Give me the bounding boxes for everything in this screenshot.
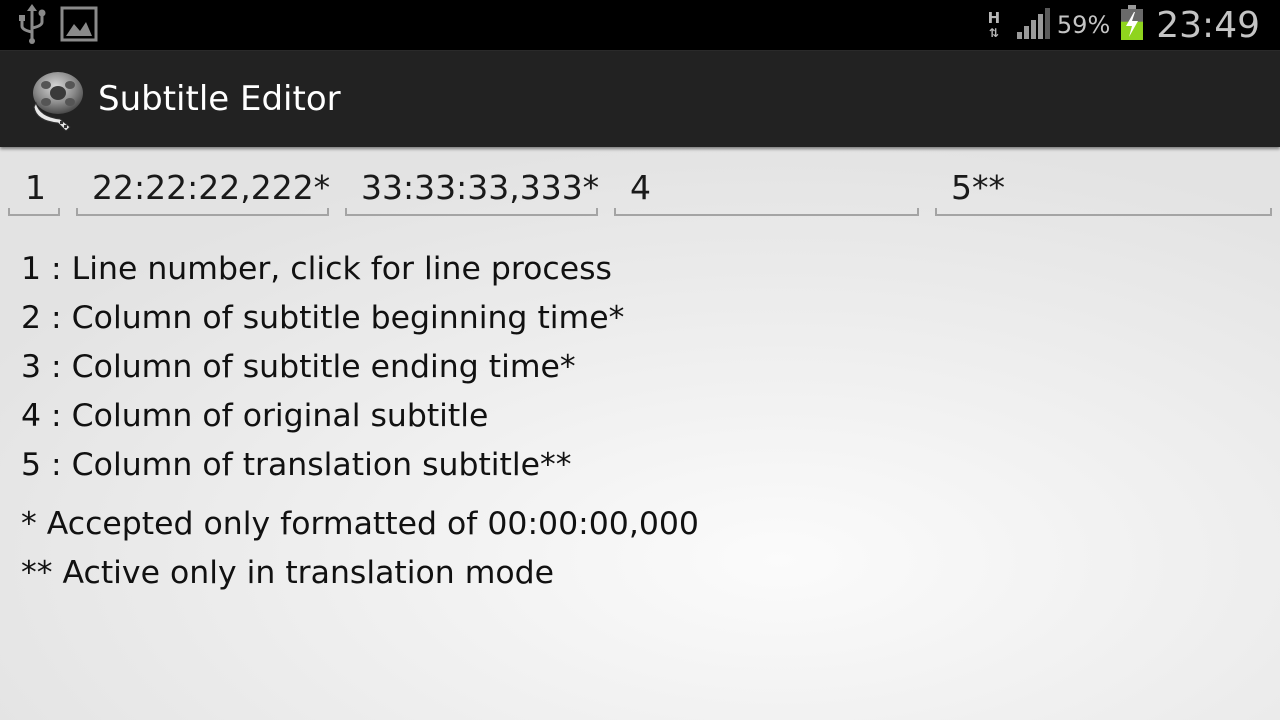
legend-line-1: 1 : Line number, click for line process — [21, 251, 612, 287]
column-5-translation-subtitle[interactable]: 5** — [935, 160, 1272, 216]
film-reel-icon[interactable] — [30, 69, 86, 132]
status-left-icons — [16, 4, 98, 48]
battery-charging-icon — [1120, 5, 1144, 45]
column-4-original-subtitle[interactable]: 4 — [614, 160, 919, 216]
status-clock: 23:49 — [1156, 4, 1260, 46]
column-5-label: 5** — [951, 168, 1005, 207]
status-bar: H ⇅ 59% 23:49 — [0, 0, 1280, 50]
usb-icon — [16, 4, 48, 48]
network-type-label: H — [987, 8, 1001, 27]
column-1-label: 1 — [25, 168, 46, 207]
legend-line-2: 2 : Column of subtitle beginning time* — [21, 300, 625, 336]
action-bar: Subtitle Editor — [0, 50, 1280, 147]
status-right-icons: H ⇅ 59% 23:49 — [983, 0, 1260, 50]
column-row: 1 22:22:22,222* 33:33:33,333* 4 5** — [0, 160, 1280, 220]
legend-line-5: 5 : Column of translation subtitle** — [21, 447, 572, 483]
column-1-line-number[interactable]: 1 — [8, 160, 60, 216]
signal-strength-icon — [1015, 6, 1051, 44]
column-2-begin-time[interactable]: 22:22:22,222* — [76, 160, 331, 216]
column-3-end-time[interactable]: 33:33:33,333* — [345, 160, 600, 216]
app-title: Subtitle Editor — [98, 79, 341, 119]
network-type-indicator: H ⇅ — [983, 8, 1005, 40]
battery-percent: 59% — [1056, 11, 1111, 39]
image-notification-icon — [60, 6, 98, 46]
column-4-label: 4 — [630, 168, 651, 207]
column-3-label: 33:33:33,333* — [361, 168, 600, 207]
column-2-label: 22:22:22,222* — [92, 168, 331, 207]
legend-note-translation: ** Active only in translation mode — [21, 555, 555, 591]
legend-line-3: 3 : Column of subtitle ending time* — [21, 349, 576, 385]
legend-line-4: 4 : Column of original subtitle — [21, 398, 489, 434]
data-arrows-icon: ⇅ — [988, 25, 999, 40]
legend-note-format: * Accepted only formatted of 00:00:00,00… — [21, 506, 699, 542]
